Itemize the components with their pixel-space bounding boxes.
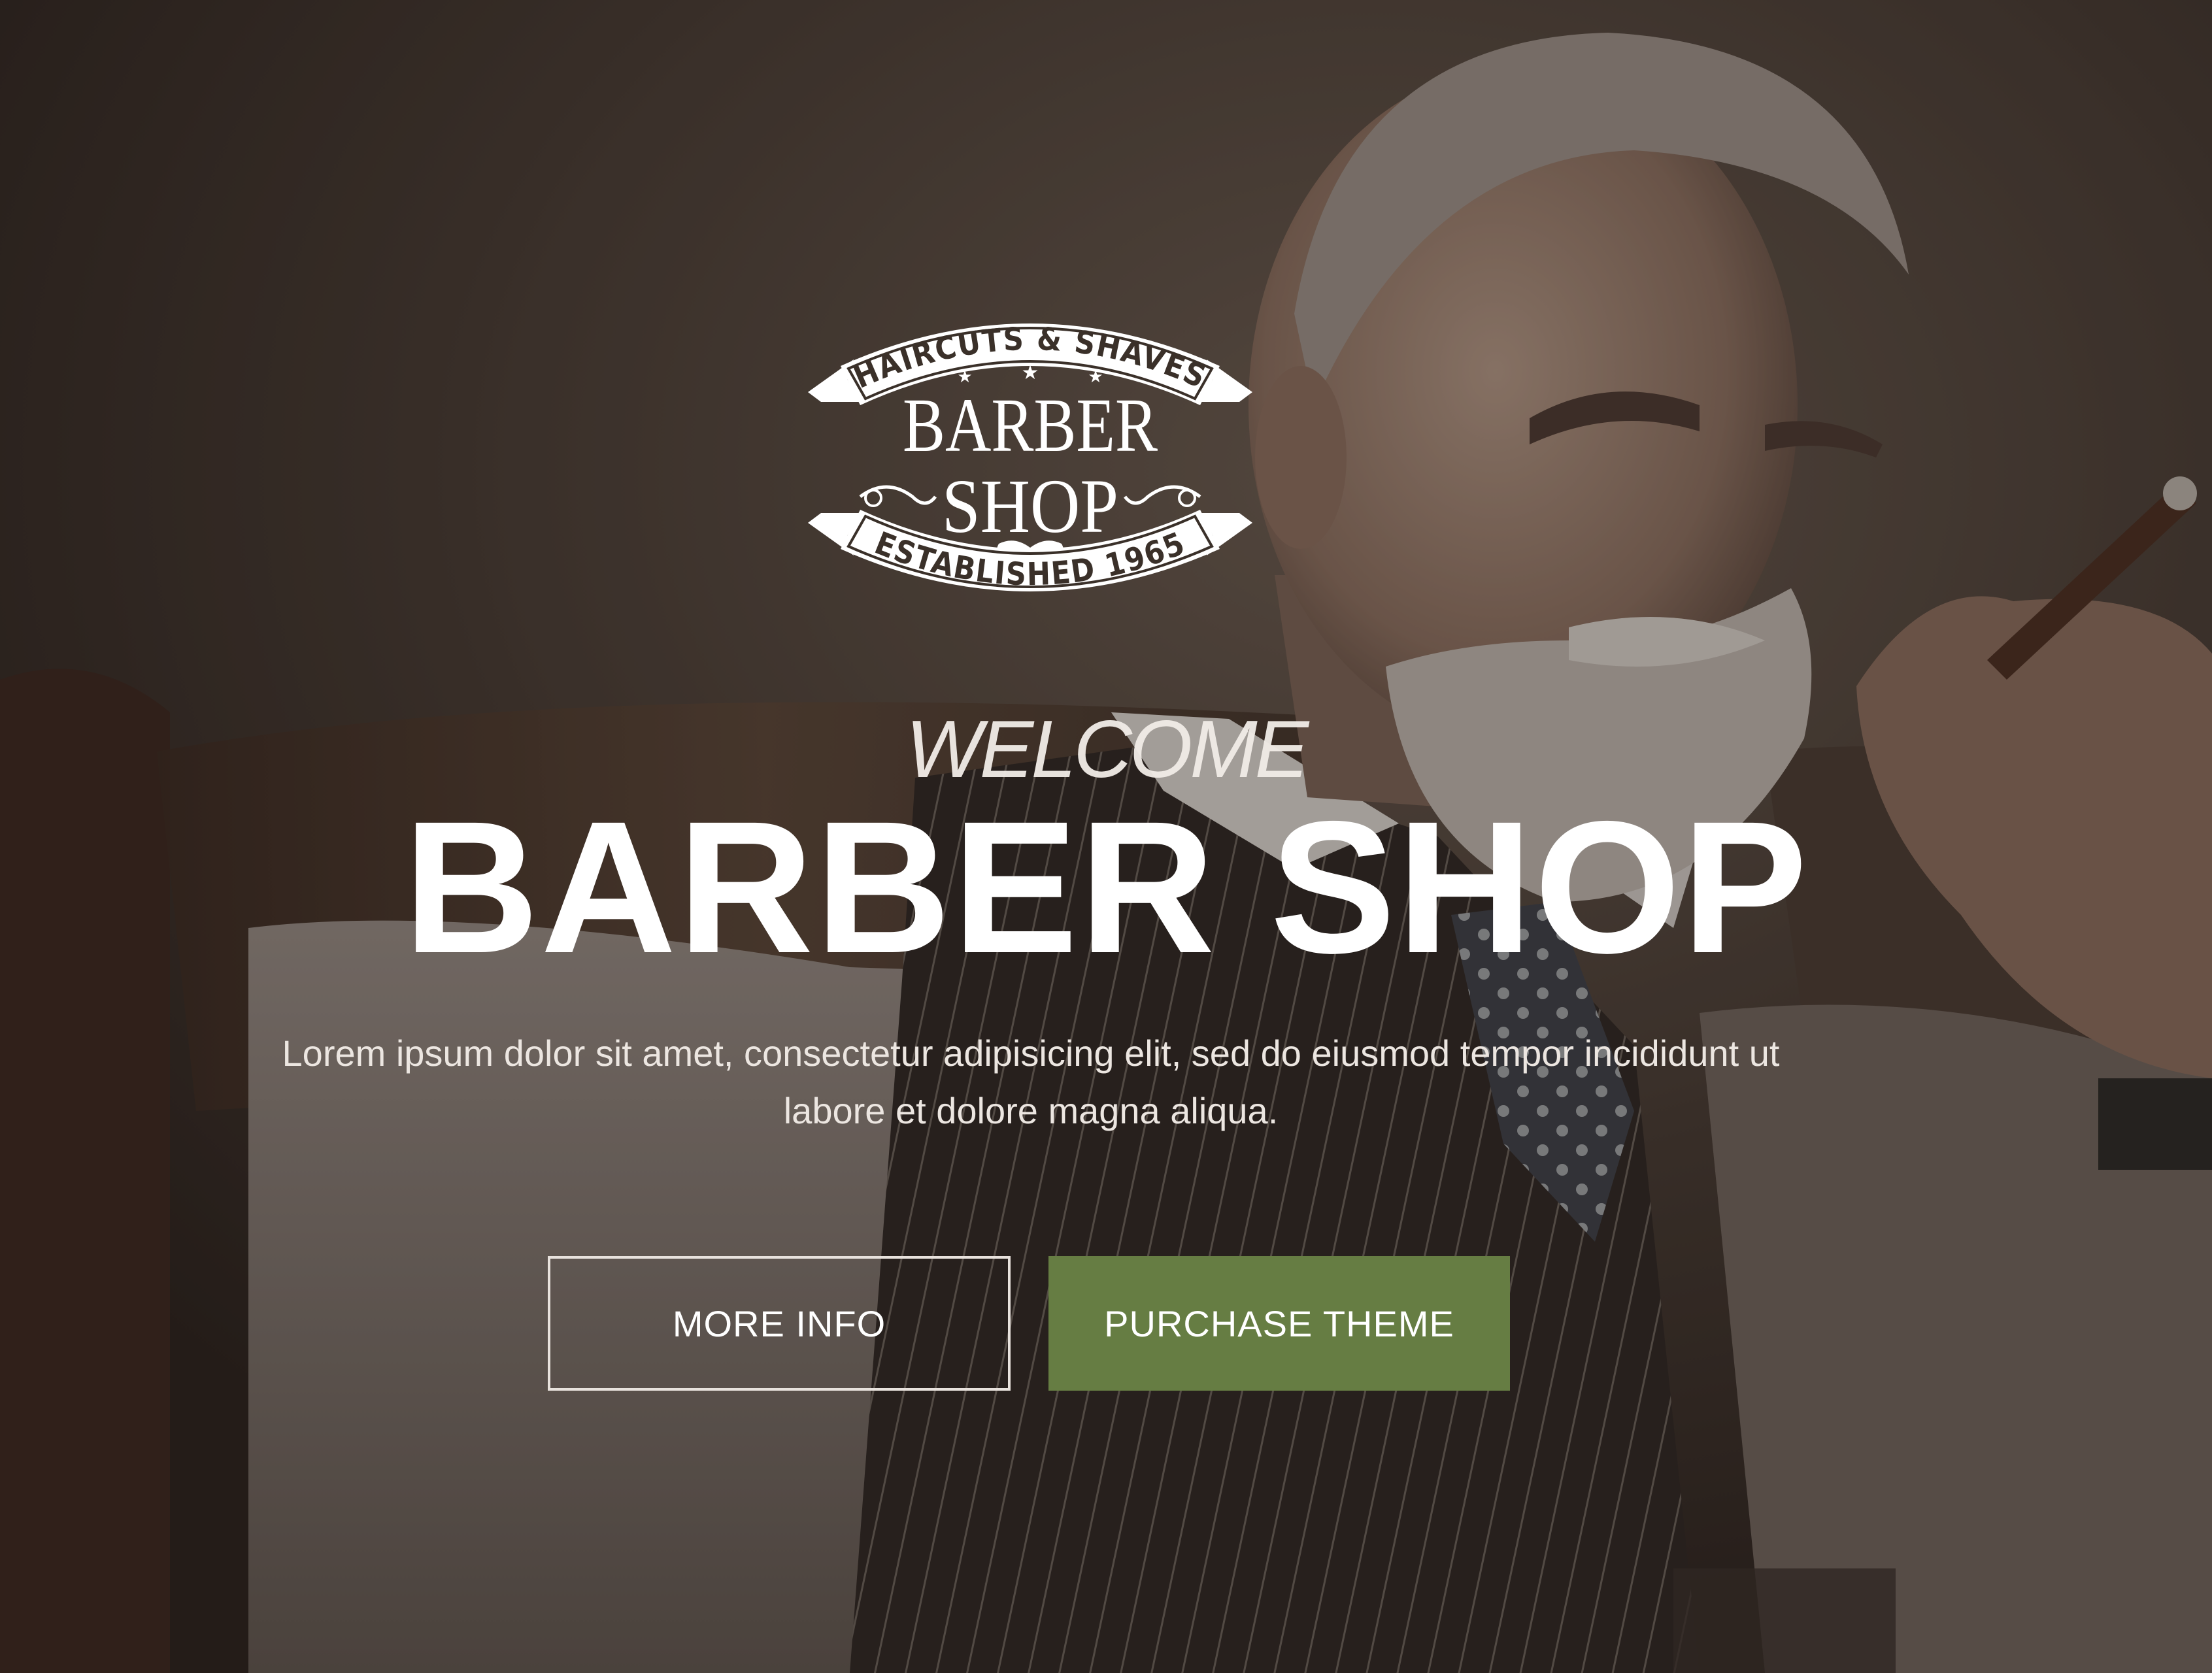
barber-shop-logo: HAIRCUTS & SHAVES ★ ★ ★ BARBER SHOP ESTA… [808, 321, 1252, 593]
purchase-theme-button[interactable]: PURCHASE THEME [1048, 1256, 1510, 1391]
hero-description: Lorem ipsum dolor sit amet, consectetur … [282, 1033, 1780, 1131]
page-title: BARBER SHOP [403, 782, 1809, 993]
welcome-heading: WELCOME [905, 704, 1309, 795]
hero-section: HAIRCUTS & SHAVES ★ ★ ★ BARBER SHOP ESTA… [0, 0, 2212, 1673]
more-info-button[interactable]: MORE INFO [548, 1256, 1011, 1391]
logo-line1: BARBER [903, 382, 1158, 468]
logo-line2: SHOP [942, 463, 1118, 549]
svg-text:★: ★ [1022, 361, 1039, 384]
